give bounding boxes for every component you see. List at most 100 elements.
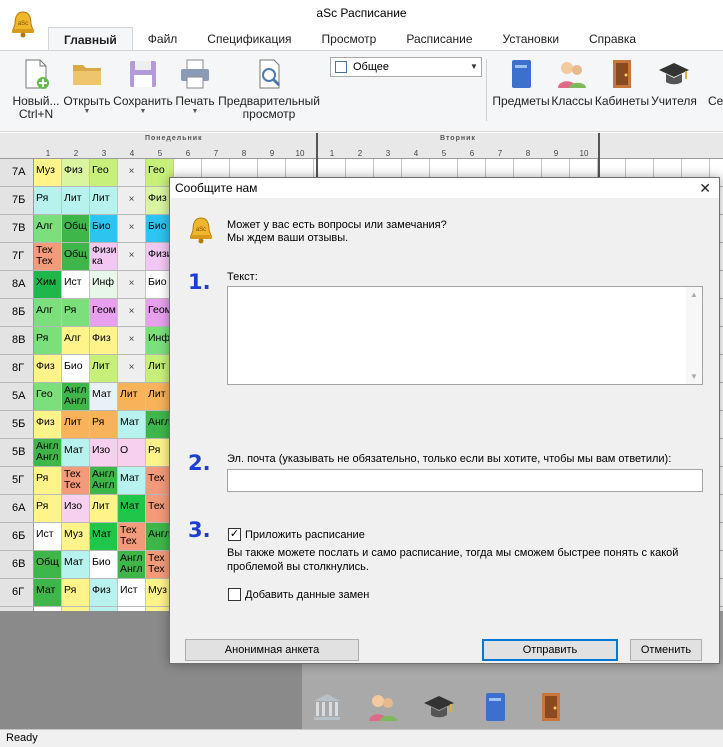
- open-button[interactable]: Открыть ▼: [62, 57, 112, 116]
- lesson-cell[interactable]: Лит: [90, 355, 118, 382]
- lesson-cell[interactable]: Хим: [34, 271, 62, 298]
- new-button[interactable]: Новый... Ctrl+N: [10, 57, 62, 121]
- lesson-cell[interactable]: Геом: [90, 299, 118, 326]
- class-label[interactable]: 8А: [0, 271, 34, 298]
- attach-timetable-checkbox[interactable]: ✓: [228, 528, 241, 541]
- lesson-cell[interactable]: Физ: [62, 159, 90, 186]
- tab-home[interactable]: Главный: [48, 27, 133, 51]
- tab-timetable[interactable]: Расписание: [391, 27, 487, 51]
- lesson-cell[interactable]: Ист: [62, 271, 90, 298]
- lesson-cell[interactable]: Гео: [34, 383, 62, 410]
- lesson-cell[interactable]: Ря: [34, 467, 62, 494]
- rooms-button[interactable]: Кабинеты: [594, 57, 650, 108]
- lesson-cell[interactable]: Ря: [34, 327, 62, 354]
- lesson-cell[interactable]: Алг: [62, 327, 90, 354]
- more-ribbon-button[interactable]: Се: [708, 57, 723, 108]
- preview-button[interactable]: Предварительный просмотр: [218, 57, 320, 121]
- lesson-cell[interactable]: Био: [90, 215, 118, 242]
- send-button[interactable]: Отправить: [482, 639, 618, 661]
- lesson-cell[interactable]: Ря: [90, 411, 118, 438]
- view-select[interactable]: Общее ▼: [330, 57, 482, 77]
- lesson-cell[interactable]: Тех Тех: [62, 467, 90, 494]
- lesson-cell[interactable]: Лит: [90, 495, 118, 522]
- lesson-cell[interactable]: Общ: [62, 243, 90, 270]
- lesson-cell[interactable]: Ист: [118, 579, 146, 606]
- tab-file[interactable]: Файл: [133, 27, 193, 51]
- anonymous-survey-button[interactable]: Анонимная анкета: [185, 639, 359, 661]
- lesson-cell[interactable]: Алг: [34, 215, 62, 242]
- tab-view[interactable]: Просмотр: [307, 27, 392, 51]
- students-icon[interactable]: [366, 690, 400, 724]
- lesson-cell[interactable]: Англ Англ: [118, 551, 146, 578]
- lesson-cell[interactable]: Англ Англ: [90, 467, 118, 494]
- lesson-cell[interactable]: Био: [90, 551, 118, 578]
- class-label[interactable]: 8В: [0, 327, 34, 354]
- class-label[interactable]: 6А: [0, 495, 34, 522]
- scroll-up-icon[interactable]: ▲: [690, 290, 698, 299]
- lesson-cell[interactable]: ×: [118, 187, 146, 214]
- tab-help[interactable]: Справка: [574, 27, 651, 51]
- lesson-cell[interactable]: ×: [118, 243, 146, 270]
- class-label[interactable]: 5Г: [0, 467, 34, 494]
- classes-button[interactable]: Классы: [551, 57, 593, 108]
- door-icon[interactable]: [534, 690, 568, 724]
- lesson-cell[interactable]: Лит: [90, 187, 118, 214]
- class-label[interactable]: 8Б: [0, 299, 34, 326]
- lesson-cell[interactable]: Ря: [34, 495, 62, 522]
- lesson-cell[interactable]: Гео: [90, 159, 118, 186]
- lesson-cell[interactable]: Тех Тех: [118, 523, 146, 550]
- lesson-cell[interactable]: Инф: [90, 271, 118, 298]
- lesson-cell[interactable]: Ист: [34, 523, 62, 550]
- lesson-cell[interactable]: Мат: [118, 467, 146, 494]
- subjects-button[interactable]: Предметы: [492, 57, 550, 108]
- lesson-cell[interactable]: Физ: [90, 327, 118, 354]
- lesson-cell[interactable]: Изо: [90, 439, 118, 466]
- lesson-cell[interactable]: Муз: [62, 523, 90, 550]
- lesson-cell[interactable]: Био: [62, 355, 90, 382]
- open-dropdown-icon[interactable]: ▼: [62, 108, 112, 116]
- class-label[interactable]: 7Г: [0, 243, 34, 270]
- class-label[interactable]: 7А: [0, 159, 34, 186]
- print-dropdown-icon[interactable]: ▼: [174, 108, 216, 116]
- print-button[interactable]: Печать ▼: [174, 57, 216, 116]
- lesson-cell[interactable]: Лит: [62, 187, 90, 214]
- lesson-cell[interactable]: О: [118, 439, 146, 466]
- lesson-cell[interactable]: ×: [118, 355, 146, 382]
- lesson-cell[interactable]: Ря: [62, 299, 90, 326]
- save-button[interactable]: Сохранить ▼: [113, 57, 173, 116]
- lesson-cell[interactable]: Физ: [34, 411, 62, 438]
- lesson-cell[interactable]: Алг: [34, 299, 62, 326]
- class-label[interactable]: 8Г: [0, 355, 34, 382]
- lesson-cell[interactable]: Англ Англ: [34, 439, 62, 466]
- lesson-cell[interactable]: Мат: [90, 383, 118, 410]
- lesson-cell[interactable]: ×: [118, 299, 146, 326]
- teachers-button[interactable]: Учителя: [651, 57, 697, 108]
- lesson-cell[interactable]: ×: [118, 159, 146, 186]
- lesson-cell[interactable]: Мат: [62, 439, 90, 466]
- class-label[interactable]: 6Г: [0, 579, 34, 606]
- class-label[interactable]: 7Б: [0, 187, 34, 214]
- lesson-cell[interactable]: Лит: [118, 383, 146, 410]
- close-icon[interactable]: ✕: [699, 180, 711, 196]
- lesson-cell[interactable]: Лит: [62, 411, 90, 438]
- chevron-down-icon[interactable]: ▼: [467, 58, 481, 76]
- class-label[interactable]: 7В: [0, 215, 34, 242]
- lesson-cell[interactable]: ×: [118, 271, 146, 298]
- lesson-cell[interactable]: Тех Тех: [34, 243, 62, 270]
- lesson-cell[interactable]: Ря: [62, 579, 90, 606]
- building-icon[interactable]: [310, 690, 344, 724]
- class-label[interactable]: 6В: [0, 551, 34, 578]
- tab-specification[interactable]: Спецификация: [192, 27, 306, 51]
- bell-logo-icon[interactable]: aSc: [10, 10, 36, 38]
- cancel-button[interactable]: Отменить: [630, 639, 702, 661]
- lesson-cell[interactable]: Муз: [34, 159, 62, 186]
- lesson-cell[interactable]: Мат: [90, 523, 118, 550]
- book-icon[interactable]: [478, 690, 512, 724]
- lesson-cell[interactable]: ×: [118, 327, 146, 354]
- lesson-cell[interactable]: Мат: [118, 411, 146, 438]
- scroll-down-icon[interactable]: ▼: [690, 372, 698, 381]
- class-label[interactable]: 5А: [0, 383, 34, 410]
- lesson-cell[interactable]: Общ: [62, 215, 90, 242]
- lesson-cell[interactable]: Мат: [34, 579, 62, 606]
- lesson-cell[interactable]: Мат: [62, 551, 90, 578]
